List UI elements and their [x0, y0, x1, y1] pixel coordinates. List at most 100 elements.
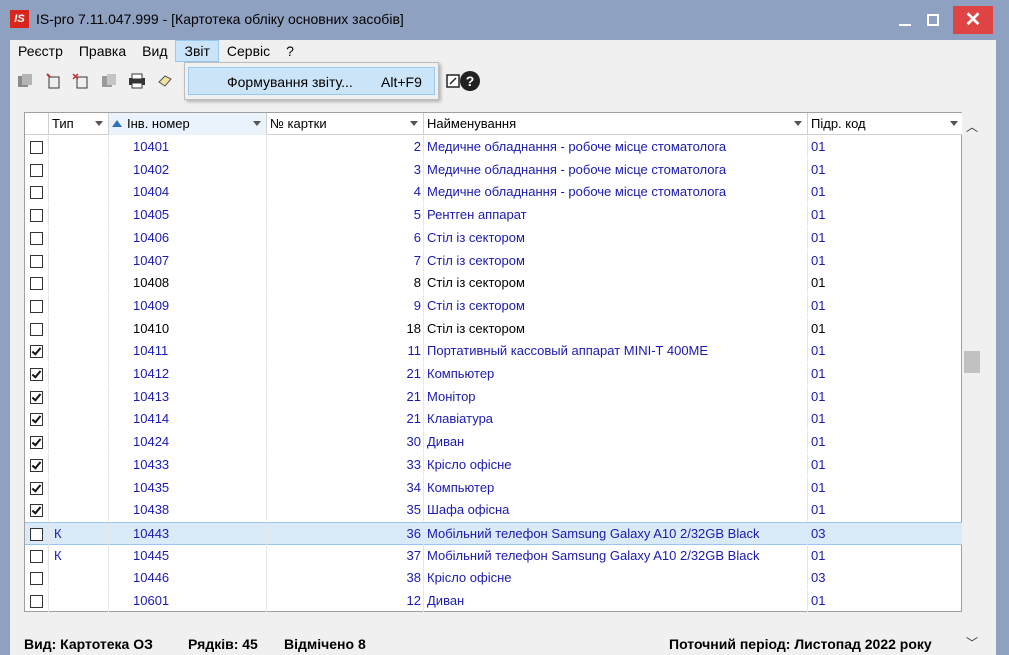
checkbox[interactable] [30, 254, 43, 268]
checkbox[interactable] [30, 186, 43, 200]
checkbox[interactable] [30, 163, 43, 177]
table-row[interactable]: 10424 30 Диван 01 [25, 431, 963, 454]
table-row[interactable]: 10413 21 Монітор 01 [25, 385, 963, 409]
table-row[interactable]: 10446 38 Крісло офісне 03 [25, 567, 963, 590]
checkbox[interactable] [30, 345, 43, 359]
row-checkbox[interactable] [25, 499, 49, 522]
table-row[interactable]: 10433 33 Крісло офісне 01 [25, 453, 963, 477]
row-checkbox[interactable] [25, 453, 49, 476]
checkbox[interactable] [30, 527, 43, 541]
checkbox[interactable] [30, 322, 43, 336]
table-row[interactable]: 10401 2 Медичне обладнання - робоче місце … [25, 136, 963, 159]
table-row[interactable]: 10407 7 Стіл із сектором 01 [25, 249, 963, 273]
checkbox[interactable] [30, 390, 43, 404]
menu-registry[interactable]: Реєстр [10, 40, 71, 62]
table-row[interactable]: 10438 35 Шафа офісна 01 [25, 499, 963, 522]
scroll-up-icon[interactable]: ︿ [966, 118, 978, 135]
row-checkbox[interactable] [25, 226, 49, 249]
scroll-down-icon[interactable]: ﹀ [966, 634, 978, 651]
checkbox[interactable] [30, 368, 43, 381]
menu-help[interactable]: ? [278, 40, 302, 62]
table-row[interactable]: 10402 3 Медичне обладнання - робоче місце … [25, 158, 963, 182]
menu-view[interactable]: Вид [134, 40, 175, 62]
cell-card-number: 37 [267, 544, 424, 567]
checkbox[interactable] [30, 209, 43, 223]
filter-arrow-icon[interactable] [410, 121, 418, 126]
table-row[interactable]: 10405 5 Рентген аппарат 01 [25, 204, 963, 227]
row-checkbox[interactable] [25, 340, 49, 363]
checkbox[interactable] [30, 458, 43, 472]
row-checkbox[interactable] [25, 181, 49, 204]
row-checkbox[interactable] [25, 431, 49, 454]
table-row[interactable]: 10435 34 Компьютер 01 [25, 476, 963, 500]
table-row[interactable]: 10410 18 Стіл із сектором 01 [25, 317, 963, 341]
delete-icon[interactable] [70, 70, 92, 92]
table-row[interactable]: 10414 21 Клавіатура 01 [25, 408, 963, 431]
header-dep-code[interactable]: Підр. код [808, 113, 963, 135]
add-icon[interactable] [42, 70, 64, 92]
filter-arrow-icon[interactable] [950, 121, 958, 126]
cell-dep-code: 01 [811, 275, 826, 291]
checkbox[interactable] [30, 572, 43, 586]
row-checkbox[interactable] [25, 317, 49, 340]
menu-report[interactable]: Звіт [175, 40, 219, 62]
checkbox[interactable] [30, 481, 43, 495]
copy-icon[interactable] [98, 70, 120, 92]
row-checkbox[interactable] [25, 476, 49, 499]
header-card-number[interactable]: № картки [267, 113, 424, 135]
row-checkbox[interactable] [25, 158, 49, 181]
help-icon[interactable]: ? [459, 70, 481, 92]
filter-arrow-icon[interactable] [95, 121, 103, 126]
menu-service[interactable]: Сервіс [219, 40, 278, 62]
menu-edit[interactable]: Правка [71, 40, 134, 62]
create-icon[interactable] [14, 70, 36, 92]
filter-arrow-icon[interactable] [253, 121, 261, 126]
checkbox[interactable] [30, 549, 43, 563]
row-checkbox[interactable] [25, 522, 49, 545]
checkbox[interactable] [30, 231, 43, 245]
header-name[interactable]: Найменування [424, 113, 808, 135]
vertical-scrollbar[interactable]: ︿ ﹀ [962, 112, 982, 655]
row-checkbox[interactable] [25, 408, 49, 431]
checkbox[interactable] [30, 595, 43, 608]
close-button[interactable]: ✕ [953, 6, 993, 34]
settings-icon[interactable] [154, 70, 176, 92]
header-type[interactable]: Тип [49, 113, 109, 135]
checkbox[interactable] [30, 504, 43, 518]
table-row[interactable]: 10412 21 Компьютер 01 [25, 363, 963, 386]
row-checkbox[interactable] [25, 363, 49, 385]
row-checkbox[interactable] [25, 272, 49, 295]
cell-type [49, 408, 109, 431]
table-row[interactable]: 10404 4 Медичне обладнання - робоче місце … [25, 181, 963, 204]
filter-arrow-icon[interactable] [794, 121, 802, 126]
checkbox[interactable] [30, 413, 43, 427]
checkbox[interactable] [30, 436, 43, 450]
row-checkbox[interactable] [25, 567, 49, 590]
print-icon[interactable] [126, 70, 148, 92]
cell-inv-number: 10445 [109, 544, 267, 567]
table-row[interactable]: 10411 11 Портативный кассовый аппарат MINI… [25, 340, 963, 363]
checkbox[interactable] [30, 141, 43, 154]
checkbox[interactable] [30, 299, 43, 313]
table-row[interactable]: 10408 8 Стіл із сектором 01 [25, 272, 963, 295]
row-checkbox[interactable] [25, 544, 49, 567]
cell-card-number: 5 [267, 204, 424, 227]
table-row[interactable]: К 10445 37 Мобільний телефон Samsung Galaxy… [25, 544, 963, 568]
row-checkbox[interactable] [25, 204, 49, 227]
header-inv-number[interactable]: Інв. номер [109, 113, 267, 135]
table-row[interactable]: К 10443 36 Мобільний телефон Samsung Galaxy… [25, 521, 963, 545]
generate-report-menu-item[interactable]: Формування звіту... Alt+F9 [188, 67, 435, 95]
checkbox[interactable] [30, 277, 43, 291]
row-checkbox[interactable] [25, 590, 49, 612]
header-checkbox-column[interactable] [25, 113, 49, 135]
cell-dep-code: 01 [811, 434, 826, 450]
row-checkbox[interactable] [25, 249, 49, 272]
row-checkbox[interactable] [25, 385, 49, 408]
maximize-button[interactable] [914, 6, 952, 34]
row-checkbox[interactable] [25, 136, 49, 158]
table-row[interactable]: 10406 6 Стіл із сектором 01 [25, 226, 963, 250]
table-row[interactable]: 10409 9 Стіл із сектором 01 [25, 294, 963, 318]
row-checkbox[interactable] [25, 294, 49, 317]
scroll-thumb[interactable] [964, 351, 980, 373]
table-row[interactable]: 10601 12 Диван 01 [25, 590, 963, 613]
